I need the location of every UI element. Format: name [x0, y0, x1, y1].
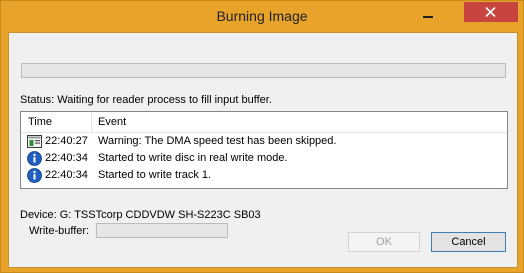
info-icon	[27, 168, 42, 183]
status-text: Status: Waiting for reader process to fi…	[20, 94, 272, 106]
log-event: Warning: The DMA speed test has been ski…	[98, 135, 337, 147]
close-icon	[485, 7, 496, 17]
log-event: Started to write disc in real write mode…	[98, 152, 288, 164]
ok-button[interactable]: OK	[348, 232, 420, 252]
column-divider[interactable]	[91, 112, 92, 132]
write-buffer-bar	[96, 223, 228, 238]
log-event: Started to write track 1.	[98, 169, 212, 181]
burning-image-dialog: Burning Image Status: Waiting for reader…	[0, 0, 524, 273]
minimize-button[interactable]	[415, 3, 441, 23]
title-bar[interactable]: Burning Image	[1, 1, 523, 33]
device-label: Device: G: TSSTcorp CDDVDW SH-S223C SB03	[20, 209, 261, 221]
log-time: 22:40:34	[45, 152, 88, 164]
event-log-header: Time Event	[21, 112, 507, 133]
warning-log-icon	[27, 134, 42, 149]
close-button[interactable]	[464, 2, 518, 22]
window-title: Burning Image	[216, 8, 308, 24]
event-log-list[interactable]: Time Event 22:40:27 Warning: The DMA spe…	[20, 111, 508, 189]
minimize-icon	[423, 16, 433, 18]
column-header-event[interactable]: Event	[98, 116, 126, 128]
info-icon	[27, 151, 42, 166]
log-row[interactable]: 22:40:34 Started to write disc in real w…	[21, 150, 507, 167]
log-row[interactable]: 22:40:34 Started to write track 1.	[21, 167, 507, 184]
log-time: 22:40:34	[45, 169, 88, 181]
write-buffer-label: Write-buffer:	[29, 225, 90, 237]
burn-progress-bar	[21, 63, 506, 78]
log-row[interactable]: 22:40:27 Warning: The DMA speed test has…	[21, 133, 507, 150]
cancel-button[interactable]: Cancel	[431, 232, 506, 252]
column-header-time[interactable]: Time	[28, 116, 52, 128]
dialog-body: Status: Waiting for reader process to fi…	[8, 32, 518, 268]
log-time: 22:40:27	[45, 135, 88, 147]
